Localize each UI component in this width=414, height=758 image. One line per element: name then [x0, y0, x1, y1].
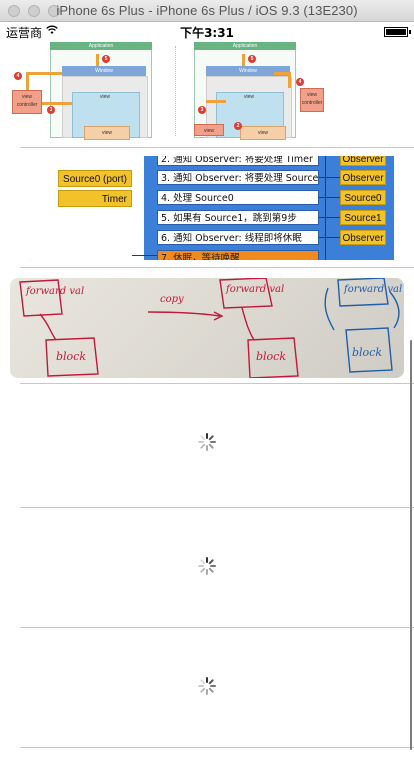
cell-separator	[20, 267, 414, 268]
step-badge: 5	[102, 55, 110, 63]
sketch-arrow	[389, 291, 400, 329]
spinner-icon	[198, 557, 216, 575]
status-bar: 运营商 下午3:31	[0, 22, 414, 42]
subview-box: view	[240, 126, 286, 140]
sketch-arrow	[147, 311, 221, 317]
sketch-arrow	[39, 313, 57, 341]
whiteboard-text: forward val	[25, 286, 84, 297]
subview-box: view	[84, 126, 130, 140]
source1-label: Source1	[340, 210, 386, 225]
diagram-right: Application 5 Window view view view view…	[184, 42, 324, 140]
status-time: 下午3:31	[180, 26, 234, 40]
arrow-up-icon	[96, 54, 99, 66]
simulator-title: iPhone 6s Plus - iPhone 6s Plus / iOS 9.…	[56, 3, 358, 18]
runloop-step: 3. 通知 Observer: 将要处理 Source0	[157, 170, 319, 185]
feed-cell-runloop[interactable]: 2. 通知 Observer: 将要处理 Timer 3. 通知 Observe…	[0, 156, 414, 260]
battery-icon	[384, 27, 411, 37]
observer-label: Observer	[340, 230, 386, 245]
cell-separator	[20, 747, 414, 748]
connector-line	[319, 197, 340, 198]
arrow-icon	[206, 100, 226, 103]
runloop-step: 4. 处理 Source0	[157, 190, 319, 205]
simulator-title-bar: iPhone 6s Plus - iPhone 6s Plus / iOS 9.…	[0, 0, 414, 22]
whiteboard-text: forward val	[343, 284, 402, 295]
step-badge: 3	[47, 106, 55, 114]
image-feed-table[interactable]: Application 5 Window view view view cont…	[0, 42, 414, 758]
connector-line	[325, 156, 326, 260]
whiteboard-text: block	[56, 350, 86, 363]
connector-line	[319, 177, 340, 178]
application-label: Application	[194, 42, 296, 50]
runloop-step: 6. 通知 Observer: 线程即将休眠	[157, 230, 319, 245]
diagram-left: Application 5 Window view view view cont…	[10, 42, 152, 140]
feed-cell-loading[interactable]	[0, 508, 414, 628]
arrow-icon	[274, 72, 290, 75]
feed-cell-whiteboard[interactable]: forward val copy forward val block block…	[0, 278, 414, 378]
whiteboard-text: forward val	[225, 284, 284, 295]
arrow-icon	[42, 102, 72, 105]
whiteboard-drawing: forward val copy forward val block block…	[19, 278, 402, 378]
feed-cell-loading[interactable]	[0, 628, 414, 748]
connector-line	[319, 217, 340, 218]
whiteboard-text: copy	[160, 294, 184, 305]
view-box-small: view	[194, 124, 224, 136]
step-badge: 5	[248, 55, 256, 63]
feed-cell-view-hierarchy[interactable]: Application 5 Window view view view cont…	[0, 42, 414, 148]
step-badge: 2	[234, 122, 242, 130]
view-label: view	[244, 94, 255, 100]
whiteboard-text: block	[256, 350, 286, 363]
runloop-step: 2. 通知 Observer: 将要处理 Timer	[157, 156, 319, 166]
vertical-scroll-indicator[interactable]	[410, 340, 412, 750]
connector-line	[132, 255, 157, 256]
whiteboard-photo[interactable]: forward val copy forward val block block…	[10, 278, 404, 378]
window-label: Window	[62, 66, 146, 76]
step-badge: 4	[296, 78, 304, 86]
observer-label: Observer	[340, 170, 386, 185]
arrow-up-icon	[242, 54, 245, 66]
step-badge: 3	[198, 106, 206, 114]
diagram-divider	[175, 46, 177, 136]
source0-port-label: Source0 (port)	[58, 170, 132, 187]
view-controller-box: view controller	[300, 88, 324, 112]
sketch-arrow	[241, 307, 255, 341]
application-label: Application	[50, 42, 152, 50]
step-badge: 4	[14, 72, 22, 80]
runloop-step: 5. 如果有 Source1，跳到第9步	[157, 210, 319, 225]
view-label: view	[100, 94, 111, 100]
arrow-icon	[26, 72, 62, 75]
connector-line	[319, 237, 340, 238]
view-controller-box: view controller	[12, 90, 42, 114]
source0-label: Source0	[340, 190, 386, 205]
feed-cell-loading[interactable]	[0, 384, 414, 504]
whiteboard-text: block	[352, 346, 382, 359]
runloop-step-sleep: 7. 休眠，等待唤醒	[157, 250, 319, 260]
timer-label: Timer	[58, 190, 132, 207]
spinner-icon	[198, 433, 216, 451]
faint-loading-icon: ☼	[22, 252, 39, 260]
cell-separator	[20, 147, 414, 148]
observer-label: Observer	[340, 156, 386, 166]
spinner-icon	[198, 677, 216, 695]
sketch-arrow	[324, 287, 335, 331]
